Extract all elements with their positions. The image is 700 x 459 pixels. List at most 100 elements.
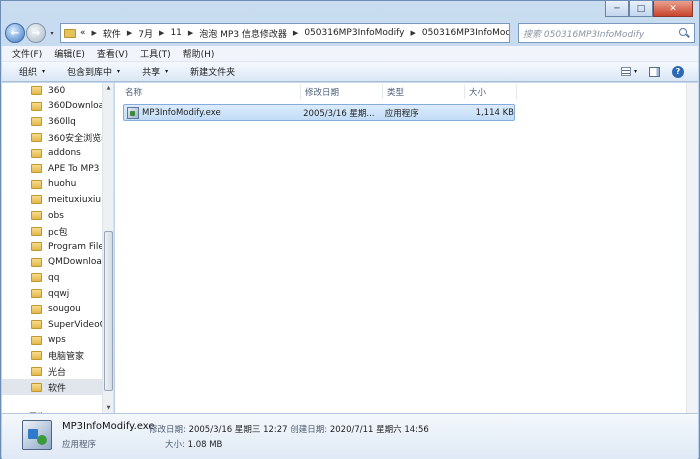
forward-button[interactable]: →	[26, 23, 46, 43]
chevron-down-icon: ▾	[42, 68, 46, 75]
scroll-thumb[interactable]	[104, 231, 113, 391]
sidebar-item[interactable]: pc包	[2, 223, 102, 239]
sidebar-item[interactable]: APE To MP3 F	[2, 161, 102, 177]
breadcrumb-item[interactable]: 11	[170, 28, 181, 38]
sidebar-item[interactable]: 360	[2, 83, 102, 99]
folder-icon	[31, 195, 42, 205]
sidebar-item[interactable]: Program Files	[2, 239, 102, 255]
breadcrumb-overflow[interactable]: «	[80, 28, 86, 38]
content-scrollbar[interactable]	[686, 83, 698, 413]
menu-file[interactable]: 文件(F)	[12, 47, 42, 60]
breadcrumb-separator[interactable]: ▶	[188, 29, 193, 37]
back-button[interactable]: ←	[5, 23, 25, 43]
menu-view[interactable]: 查看(V)	[97, 47, 128, 60]
folder-icon	[31, 320, 42, 330]
folder-icon	[31, 117, 42, 127]
share-button[interactable]: 共享 ▾	[142, 65, 168, 78]
folder-icon	[31, 86, 42, 96]
search-input[interactable]: 搜索 050316MP3InfoModify	[518, 23, 695, 43]
explorer-window: ─ □ ✕ ← → ▾ « ▶ 软件 ▶ 7月 ▶ 11 ▶ 泡泡 MP3 信息…	[0, 0, 700, 459]
sidebar-item[interactable]: SuperVideoCa	[2, 317, 102, 333]
address-bar[interactable]: « ▶ 软件 ▶ 7月 ▶ 11 ▶ 泡泡 MP3 信息修改器 ▶ 050316…	[60, 23, 510, 43]
include-in-library-button[interactable]: 包含到库中 ▾	[67, 65, 120, 78]
view-options-icon[interactable]	[620, 67, 631, 76]
application-icon	[22, 420, 52, 450]
folder-icon	[31, 351, 42, 361]
minimize-button[interactable]: ─	[605, 1, 629, 17]
sidebar-item-label: sougou	[48, 304, 81, 315]
folder-tree: 360 360Download 360llq 360安全浏览器 addons APE To…	[2, 83, 102, 395]
close-button[interactable]: ✕	[653, 1, 693, 17]
search-icon[interactable]	[678, 27, 690, 39]
sidebar-item[interactable]: obs	[2, 208, 102, 224]
sidebar-item-label: huohu	[48, 179, 77, 190]
sidebar-item[interactable]: huohu	[2, 177, 102, 193]
folder-icon	[31, 179, 42, 189]
details-file-name: MP3InfoModify.exe	[62, 421, 155, 432]
sidebar-item[interactable]: 光台	[2, 364, 102, 380]
breadcrumb-separator[interactable]: ▶	[92, 29, 97, 37]
menu-edit[interactable]: 编辑(E)	[54, 47, 85, 60]
column-header-modified[interactable]: 修改日期	[301, 85, 383, 99]
sidebar-item[interactable]: sougou	[2, 301, 102, 317]
breadcrumb-separator[interactable]: ▶	[127, 29, 132, 37]
breadcrumb-item[interactable]: 泡泡 MP3 信息修改器	[199, 27, 287, 40]
folder-icon	[31, 289, 42, 299]
sidebar-item[interactable]: 360安全浏览器	[2, 130, 102, 146]
folder-icon	[31, 335, 42, 345]
new-folder-button[interactable]: 新建文件夹	[190, 65, 235, 78]
new-folder-label: 新建文件夹	[190, 68, 236, 78]
file-row[interactable]: MP3InfoModify.exe 2005/3/16 星期... 应用程序 1…	[123, 104, 515, 121]
file-name: MP3InfoModify.exe	[142, 107, 221, 118]
breadcrumb-item[interactable]: 软件	[103, 27, 121, 40]
breadcrumb-item[interactable]: 050316MP3InfoModify	[304, 28, 404, 38]
maximize-button[interactable]: □	[629, 1, 653, 17]
navigation-pane: 360 360Download 360llq 360安全浏览器 addons APE To…	[2, 83, 114, 413]
folder-icon	[31, 133, 42, 143]
scroll-up-arrow[interactable]: ▲	[103, 83, 113, 93]
column-header-name[interactable]: 名称	[121, 85, 301, 99]
organize-button[interactable]: 组织 ▾	[19, 65, 45, 78]
breadcrumb-separator[interactable]: ▶	[410, 29, 415, 37]
view-dropdown-button[interactable]: ▾	[634, 68, 637, 75]
search-placeholder: 搜索 050316MP3InfoModify	[523, 29, 645, 40]
modified-value: 2005/3/16 星期三 12:27	[188, 425, 288, 435]
sidebar-item[interactable]: 360llq	[2, 114, 102, 130]
scroll-down-arrow[interactable]: ▼	[103, 403, 113, 413]
include-label: 包含到库中	[67, 68, 113, 78]
size-value: 1.08 MB	[187, 440, 223, 450]
preview-pane-icon[interactable]	[649, 66, 660, 77]
details-dates: 修改日期: 2005/3/16 星期三 12:27 创建日期: 2020/7/1…	[149, 423, 429, 435]
sidebar-item[interactable]: 软件	[2, 379, 102, 395]
file-size: 1,114 KB	[475, 107, 515, 118]
breadcrumb-item[interactable]: 050316MP3InfoModify	[422, 28, 509, 38]
sidebar-item[interactable]: QMDownload	[2, 255, 102, 271]
folder-icon	[31, 164, 42, 174]
column-header-type[interactable]: 类型	[383, 85, 465, 99]
sidebar-item[interactable]: 360Download	[2, 99, 102, 115]
recent-pages-dropdown[interactable]: ▾	[47, 26, 57, 40]
nav-scrollbar[interactable]: ▲ ▼	[102, 83, 113, 413]
sidebar-item-label: APE To MP3 F	[48, 163, 102, 174]
sidebar-item[interactable]: qq	[2, 270, 102, 286]
folder-icon	[31, 211, 42, 221]
folder-icon	[31, 226, 42, 236]
column-header-size[interactable]: 大小	[465, 85, 517, 99]
column-headers: 名称 修改日期 类型 大小	[121, 85, 517, 99]
sidebar-item[interactable]: qqwj	[2, 286, 102, 302]
sidebar-item[interactable]: wps	[2, 333, 102, 349]
help-icon[interactable]: ?	[672, 65, 684, 78]
details-pane: MP3InfoModify.exe 修改日期: 2005/3/16 星期三 12…	[2, 413, 698, 459]
sidebar-item[interactable]: meituxiuxiu	[2, 192, 102, 208]
breadcrumb-item[interactable]: 7月	[138, 27, 153, 40]
menu-help[interactable]: 帮助(H)	[183, 47, 215, 60]
sidebar-item[interactable]: addons	[2, 145, 102, 161]
breadcrumb-separator[interactable]: ▶	[159, 29, 164, 37]
sidebar-item[interactable]: 电脑管家	[2, 348, 102, 364]
sidebar-item-label: 360llq	[48, 116, 76, 127]
view-controls: ▾ ?	[609, 65, 698, 78]
breadcrumb-separator[interactable]: ▶	[293, 29, 298, 37]
menu-tools[interactable]: 工具(T)	[140, 47, 171, 60]
modified-label: 修改日期:	[149, 425, 186, 435]
organize-label: 组织	[19, 68, 38, 78]
